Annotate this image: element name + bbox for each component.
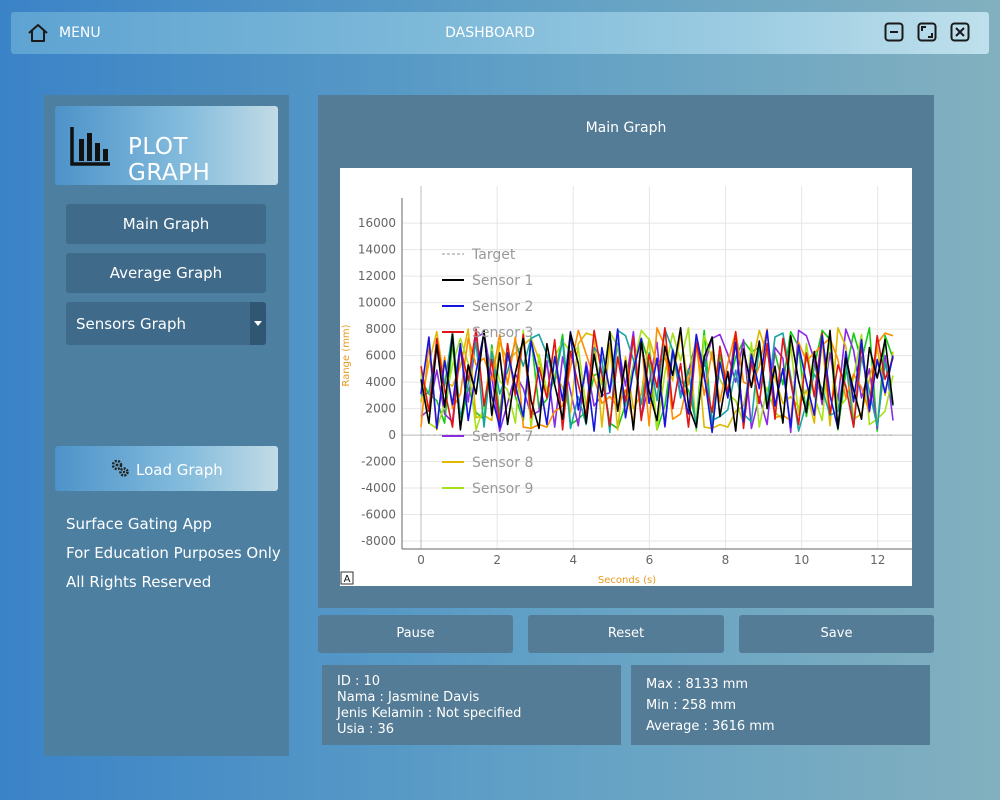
person-age: Usia : 36 bbox=[337, 722, 395, 737]
y-tick-label: -2000 bbox=[361, 455, 396, 469]
x-axis-label: Seconds (s) bbox=[598, 575, 656, 586]
minimize-icon[interactable] bbox=[884, 22, 904, 42]
person-gender: Jenis Kelamin : Not specified bbox=[337, 706, 522, 721]
y-tick-label: 8000 bbox=[365, 322, 396, 336]
x-tick-label: 6 bbox=[646, 553, 654, 567]
y-tick-label: 12000 bbox=[358, 269, 396, 283]
x-tick-label: 10 bbox=[794, 553, 809, 567]
title-bar: MENU DASHBOARD bbox=[11, 12, 989, 54]
person-info-box: ID : 10 Nama : Jasmine Davis Jenis Kelam… bbox=[322, 665, 621, 745]
line-chart[interactable]: 16000 14000 12000 10000 8000 6000 4000 2000 0 -20… bbox=[340, 168, 912, 586]
legend-label: Sensor 7 bbox=[472, 429, 533, 445]
legend-label: Sensor 3 bbox=[472, 325, 533, 341]
x-tick-label: 12 bbox=[870, 553, 885, 567]
y-tick-label: 16000 bbox=[358, 216, 396, 230]
y-tick-label: -6000 bbox=[361, 508, 396, 522]
graph-panel: Main Graph 16000 14000 12000 10000 8000 6000 4… bbox=[318, 95, 934, 608]
auto-range-label: A bbox=[344, 574, 351, 585]
rights-text: All Rights Reserved bbox=[66, 573, 212, 591]
stat-min: Min : 258 mm bbox=[646, 698, 736, 713]
save-button[interactable]: Save bbox=[739, 615, 934, 653]
chevron-down-icon[interactable] bbox=[250, 302, 266, 345]
y-tick-label: 0 bbox=[388, 428, 396, 442]
plot-graph-header: PLOT GRAPH bbox=[55, 106, 278, 186]
legend-label: Sensor 1 bbox=[472, 273, 533, 289]
x-tick-label: 2 bbox=[493, 553, 501, 567]
y-tick-label: 14000 bbox=[358, 243, 396, 257]
sensors-graph-label: Sensors Graph bbox=[76, 315, 187, 333]
legend-label: Sensor 9 bbox=[472, 481, 533, 497]
reset-button[interactable]: Reset bbox=[528, 615, 724, 653]
sidebar: PLOT GRAPH Main Graph Average Graph Sens… bbox=[44, 95, 289, 756]
stat-average: Average : 3616 mm bbox=[646, 719, 775, 734]
stats-info-box: Max : 8133 mm Min : 258 mm Average : 361… bbox=[631, 665, 930, 745]
maximize-icon[interactable] bbox=[917, 22, 937, 42]
load-graph-label: Load Graph bbox=[136, 461, 223, 479]
x-tick-label: 4 bbox=[569, 553, 577, 567]
y-tick-label: -4000 bbox=[361, 481, 396, 495]
stat-max: Max : 8133 mm bbox=[646, 677, 749, 692]
y-axis-label: Range (mm) bbox=[341, 324, 352, 386]
legend-label: Sensor 8 bbox=[472, 455, 533, 471]
plot-area[interactable]: 16000 14000 12000 10000 8000 6000 4000 2000 0 -20… bbox=[340, 168, 912, 586]
graph-title: Main Graph bbox=[585, 120, 667, 136]
gears-icon bbox=[111, 459, 129, 477]
education-note-text: For Education Purposes Only bbox=[66, 544, 281, 562]
main-graph-button[interactable]: Main Graph bbox=[66, 204, 266, 244]
x-tick-label: 0 bbox=[417, 553, 425, 567]
y-tick-label: -8000 bbox=[361, 534, 396, 548]
app-name-text: Surface Gating App bbox=[66, 515, 212, 533]
legend-label: Sensor 2 bbox=[472, 299, 533, 315]
person-id: ID : 10 bbox=[337, 674, 381, 689]
y-tick-label: 6000 bbox=[365, 349, 396, 363]
sensors-graph-dropdown[interactable]: Sensors Graph bbox=[66, 302, 266, 345]
x-tick-label: 8 bbox=[722, 553, 730, 567]
load-graph-button[interactable]: Load Graph bbox=[55, 446, 278, 491]
dashboard-title: DASHBOARD bbox=[445, 25, 535, 41]
average-graph-button[interactable]: Average Graph bbox=[66, 253, 266, 293]
close-icon[interactable] bbox=[950, 22, 970, 42]
bar-chart-icon bbox=[69, 125, 113, 167]
pause-button[interactable]: Pause bbox=[318, 615, 513, 653]
y-tick-label: 2000 bbox=[365, 402, 396, 416]
plot-graph-title: PLOT GRAPH bbox=[128, 134, 211, 186]
y-tick-label: 10000 bbox=[358, 296, 396, 310]
y-tick-label: 4000 bbox=[365, 375, 396, 389]
person-name: Nama : Jasmine Davis bbox=[337, 690, 480, 705]
legend-label: Target bbox=[471, 247, 516, 263]
